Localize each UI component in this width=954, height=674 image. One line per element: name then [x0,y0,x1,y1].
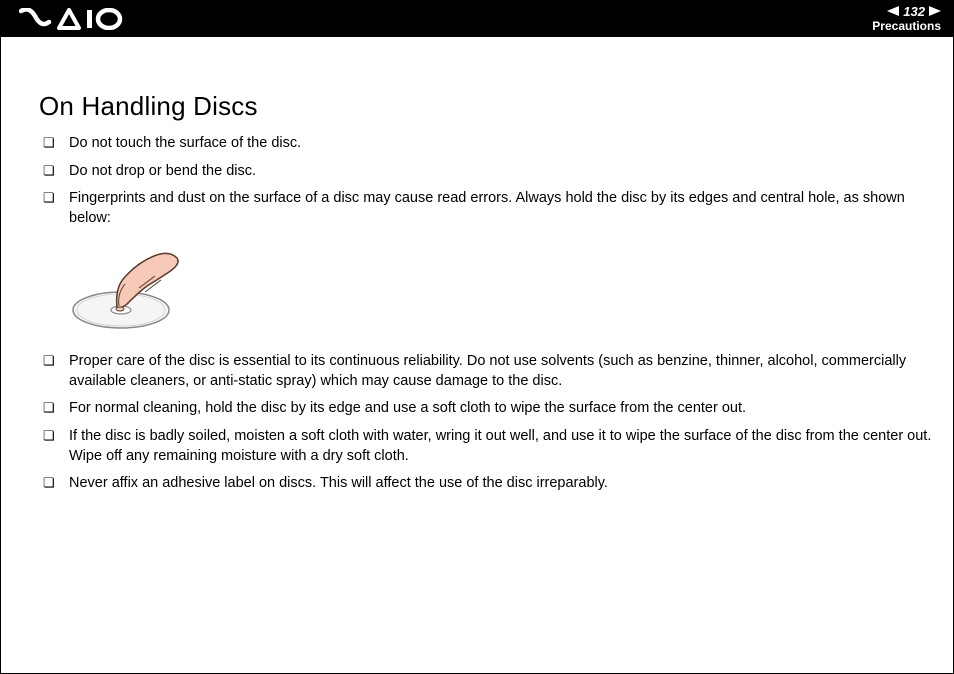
header-bar: 132 Precautions [1,1,953,37]
header-meta: 132 Precautions [872,5,941,33]
content: On Handling Discs Do not touch the surfa… [39,91,935,502]
bullet-list-bottom: Proper care of the disc is essential to … [39,352,935,493]
page-number-row: 132 [872,5,941,19]
vaio-logo-icon [19,8,129,30]
disc-handling-illustration [69,238,935,338]
list-item: Fingerprints and dust on the surface of … [39,189,935,228]
page-number: 132 [903,5,925,19]
list-item: If the disc is badly soiled, moisten a s… [39,427,935,466]
section-label: Precautions [872,20,941,33]
list-item: Never affix an adhesive label on discs. … [39,474,935,494]
list-item: For normal cleaning, hold the disc by it… [39,399,935,419]
list-item: Proper care of the disc is essential to … [39,352,935,391]
prev-page-arrow-icon[interactable] [887,5,899,19]
page: 132 Precautions On Handling Discs Do not… [0,0,954,674]
list-item: Do not drop or bend the disc. [39,162,935,182]
page-title: On Handling Discs [39,91,935,122]
next-page-arrow-icon[interactable] [929,5,941,19]
bullet-list-top: Do not touch the surface of the disc. Do… [39,134,935,228]
vaio-logo [19,8,129,30]
list-item: Do not touch the surface of the disc. [39,134,935,154]
